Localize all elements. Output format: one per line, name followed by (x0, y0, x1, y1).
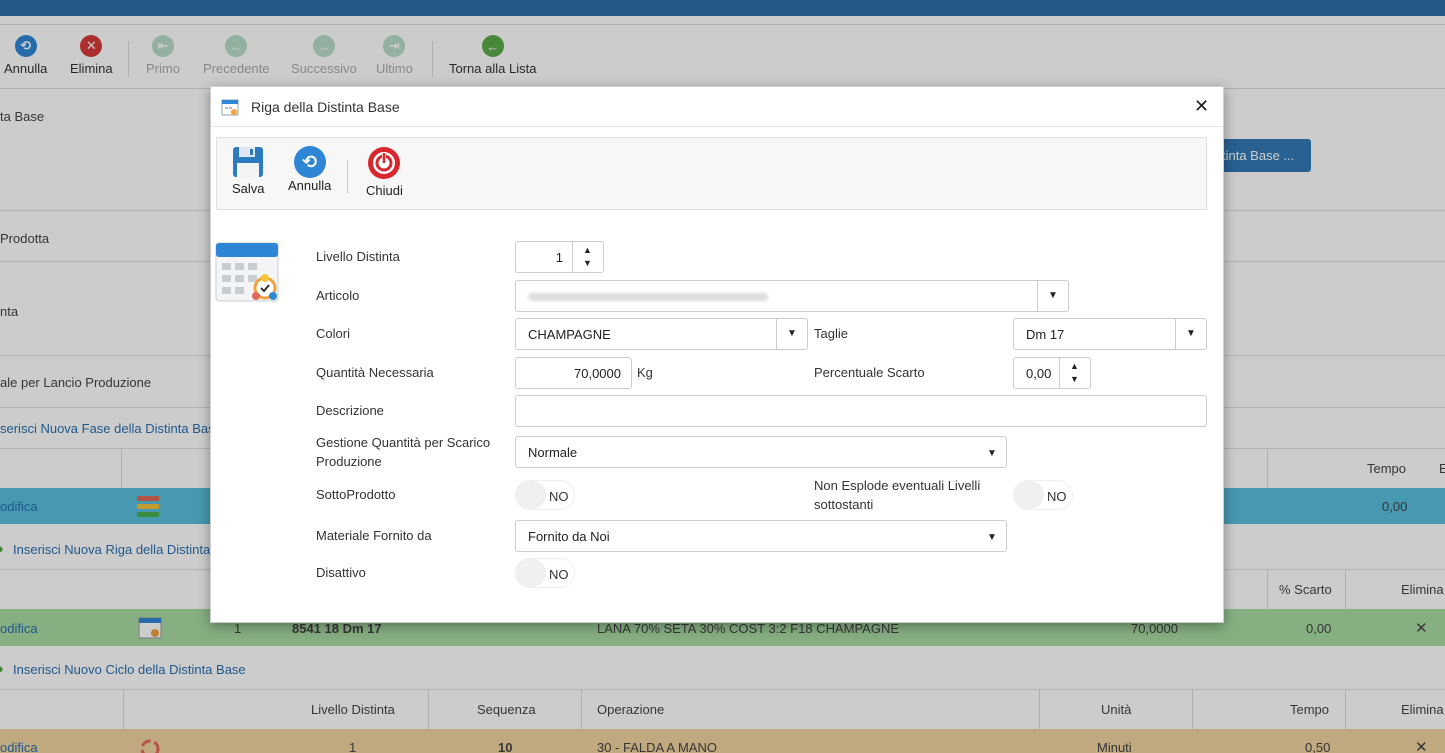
esplode-label: Non Esplode eventuali Livelli sottostant… (814, 478, 981, 512)
salva-button[interactable]: Salva (232, 146, 265, 196)
calendar-icon (221, 98, 239, 119)
chiudi-button[interactable]: Chiudi (366, 146, 403, 198)
annulla-modal-button[interactable]: ⟲ Annulla (288, 146, 331, 193)
quantita-input[interactable]: 70,0000 (515, 357, 632, 389)
chevron-down-icon: ▼ (787, 328, 797, 339)
stepper-up-icon[interactable]: ▲ (583, 245, 592, 255)
colori-select[interactable]: CHAMPAGNE ▼ (515, 318, 808, 350)
gestione-label: Gestione Quantità per Scarico Produzione (316, 435, 491, 469)
gestione-select[interactable]: Normale ▼ (515, 436, 1007, 468)
riga-distinta-modal: Riga della Distinta Base ✕ Salva ⟲ Annul… (210, 86, 1224, 623)
materiale-select[interactable]: Fornito da Noi ▼ (515, 520, 1007, 552)
descrizione-label: Descrizione (316, 403, 384, 418)
modal-header: Riga della Distinta Base ✕ (211, 87, 1223, 127)
articolo-select[interactable]: ▼ (515, 280, 1069, 312)
descrizione-input[interactable] (515, 395, 1207, 427)
undo-icon: ⟲ (293, 146, 326, 178)
stepper-down-icon[interactable]: ▼ (1070, 374, 1079, 384)
modal-toolbar: Salva ⟲ Annulla Chiudi (216, 137, 1207, 210)
chevron-down-icon: ▼ (1048, 290, 1058, 301)
articolo-label: Articolo (316, 288, 360, 303)
stepper-up-icon[interactable]: ▲ (1070, 361, 1079, 371)
stepper-down-icon[interactable]: ▼ (583, 258, 592, 268)
taglie-label: Taglie (814, 326, 848, 341)
calendar-icon (215, 242, 281, 307)
modal-title: Riga della Distinta Base (251, 99, 400, 115)
materiale-label: Materiale Fornito da (316, 528, 432, 543)
disattivo-toggle[interactable]: NO (515, 558, 575, 588)
percentuale-stepper[interactable]: 0,00 ▲ ▼ (1013, 357, 1091, 389)
taglie-select[interactable]: Dm 17 ▼ (1013, 318, 1207, 350)
power-icon (366, 146, 403, 183)
colori-label: Colori (316, 326, 350, 341)
livello-label: Livello Distinta (316, 249, 400, 264)
esplode-toggle[interactable]: NO (1013, 480, 1073, 510)
quantita-unit: Kg (637, 365, 653, 380)
percentuale-label: Percentuale Scarto (814, 365, 925, 380)
chevron-down-icon: ▼ (987, 448, 997, 459)
disattivo-label: Disattivo (316, 565, 366, 580)
close-icon[interactable]: ✕ (1194, 96, 1209, 117)
sottoprodotto-label: SottoProdotto (316, 487, 396, 502)
chevron-down-icon: ▼ (1186, 328, 1196, 339)
chevron-down-icon: ▼ (987, 532, 997, 543)
quantita-label: Quantità Necessaria (316, 365, 434, 380)
articolo-blurred-value (528, 293, 768, 301)
sottoprodotto-toggle[interactable]: NO (515, 480, 575, 510)
livello-stepper[interactable]: 1 ▲ ▼ (515, 241, 604, 273)
save-icon (232, 146, 265, 181)
